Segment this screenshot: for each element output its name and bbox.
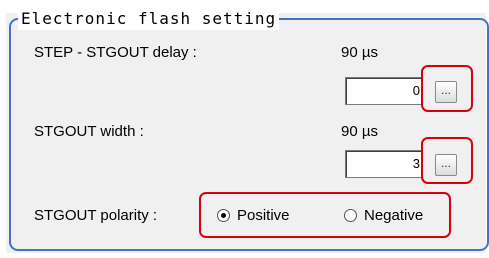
step-delay-label: STEP - STGOUT delay : [34, 44, 197, 61]
step-delay-input-value: 0 [412, 83, 420, 98]
negative-radio[interactable] [344, 209, 357, 222]
step-delay-number: 90 [341, 44, 358, 61]
stgout-width-input-value: 3 [412, 156, 420, 171]
stgout-width-number: 90 [341, 123, 358, 140]
step-delay-highlight [421, 65, 473, 112]
stgout-width-input[interactable]: 3 [345, 150, 423, 178]
positive-radio[interactable] [217, 209, 230, 222]
stgout-width-label: STGOUT width : [34, 123, 144, 140]
stgout-width-unit: µs [361, 123, 379, 140]
step-delay-value: 90 µs [341, 44, 378, 61]
step-delay-input[interactable]: 0 [345, 77, 423, 105]
negative-radio-label[interactable]: Negative [364, 207, 423, 224]
positive-radio-label[interactable]: Positive [237, 207, 290, 224]
stgout-width-value: 90 µs [341, 123, 378, 140]
group-title: Electronic flash setting [18, 8, 280, 30]
stgout-width-highlight [421, 137, 473, 184]
polarity-label: STGOUT polarity : [34, 207, 158, 224]
step-delay-unit: µs [361, 44, 379, 61]
